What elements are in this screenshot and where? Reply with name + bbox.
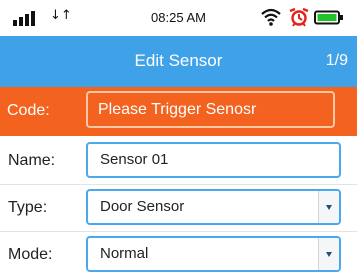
code-field[interactable]: Please Trigger Senosr (86, 91, 335, 128)
type-select-value: Door Sensor (100, 198, 185, 215)
type-select[interactable]: Door Sensor (86, 189, 341, 225)
page-title: Edit Sensor (134, 51, 223, 70)
chevron-down-icon (326, 251, 332, 257)
battery-icon (314, 10, 343, 25)
name-row: Name: Sensor 01 (0, 138, 357, 185)
alarm-clock-icon (289, 7, 309, 27)
name-label: Name: (8, 152, 56, 169)
mode-label: Mode: (8, 246, 53, 263)
code-row: Code: Please Trigger Senosr (0, 87, 357, 136)
mode-select-value: Normal (100, 245, 149, 262)
header-bar: Edit Sensor 1/9 (0, 36, 357, 87)
wifi-icon (261, 8, 281, 26)
chevron-down-icon (326, 204, 332, 210)
type-label: Type: (8, 199, 48, 216)
mode-row: Mode: Normal (0, 232, 357, 279)
name-input[interactable]: Sensor 01 (86, 142, 341, 178)
type-row: Type: Door Sensor (0, 185, 357, 232)
code-label: Code: (7, 102, 50, 119)
page-indicator: 1/9 (325, 52, 348, 69)
mode-select[interactable]: Normal (86, 236, 341, 272)
type-dropdown-button[interactable] (318, 191, 339, 223)
status-bar: ↓↑ 08:25 AM (0, 0, 357, 36)
mode-dropdown-button[interactable] (318, 238, 339, 270)
